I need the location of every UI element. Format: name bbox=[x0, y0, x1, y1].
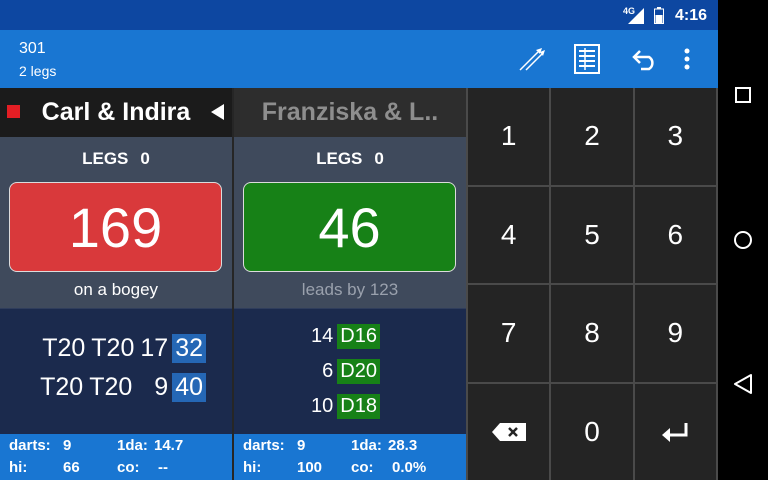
checkout-row: T20 T20 9 40 bbox=[34, 373, 206, 402]
turn-arrow-icon bbox=[211, 104, 224, 120]
checkout-dart: T20 bbox=[91, 334, 135, 362]
stat-co-value: -- bbox=[158, 459, 168, 476]
checkout-finish: D16 bbox=[337, 324, 380, 349]
darts-icon bbox=[519, 48, 545, 71]
checkout-dart: T20 bbox=[89, 373, 133, 401]
stat-co-value: 0.0% bbox=[392, 459, 427, 476]
more-vert-icon bbox=[684, 48, 690, 70]
enter-key[interactable] bbox=[634, 383, 716, 480]
score-status: leads by 123 bbox=[301, 280, 399, 299]
legs-label: LEGS bbox=[82, 149, 129, 168]
darts-button[interactable] bbox=[514, 42, 548, 76]
stat-first-value: 28.3 bbox=[388, 437, 418, 454]
signal-icon bbox=[628, 8, 644, 24]
stat-hi-value: 66 bbox=[63, 459, 80, 476]
enter-icon bbox=[662, 422, 688, 442]
player-name-header[interactable]: Carl & Indira bbox=[0, 88, 232, 137]
backspace-key[interactable] bbox=[468, 383, 550, 480]
active-player-marker bbox=[7, 105, 20, 118]
key-5[interactable]: 5 bbox=[551, 186, 633, 283]
key-9[interactable]: 9 bbox=[634, 285, 716, 382]
key-4[interactable]: 4 bbox=[468, 186, 550, 283]
checkout-finish: D20 bbox=[337, 359, 380, 384]
player-name-header[interactable]: Franziska & L.. bbox=[234, 88, 466, 137]
checkout-dart: 14 bbox=[311, 325, 334, 347]
clock: 4:16 bbox=[675, 7, 708, 24]
checkout-dart: 6 bbox=[322, 360, 334, 382]
stat-darts-value: 9 bbox=[63, 437, 72, 454]
key-1[interactable]: 1 bbox=[468, 88, 550, 185]
undo-icon bbox=[632, 50, 654, 71]
key-0[interactable]: 0 bbox=[551, 383, 633, 480]
backspace-icon bbox=[491, 422, 526, 441]
stat-first-label: 1da: bbox=[117, 437, 148, 454]
checkout-finish: 32 bbox=[172, 334, 206, 363]
stat-co-label: co: bbox=[117, 459, 140, 476]
game-title: 301 bbox=[19, 40, 46, 57]
player-panel-1: Carl & Indira LEGS 0 169 on a bogey T20 T… bbox=[0, 88, 232, 480]
player-stats: darts: 9 1da: 14.7 hi: 66 co: -- bbox=[0, 434, 232, 480]
checkout-row: 6 D20 bbox=[316, 359, 380, 384]
score-status: on a bogey bbox=[73, 280, 159, 299]
overflow-menu-button[interactable] bbox=[672, 42, 702, 76]
panel-divider bbox=[232, 88, 234, 480]
score-panel: LEGS 0 46 leads by 123 bbox=[234, 137, 466, 308]
score-panel: LEGS 0 169 on a bogey bbox=[0, 137, 232, 308]
stat-co-label: co: bbox=[351, 459, 374, 476]
stat-darts-label: darts: bbox=[9, 437, 51, 454]
game-subtitle: 2 legs bbox=[19, 63, 57, 79]
home-icon bbox=[734, 231, 752, 249]
player-name: Franziska & L.. bbox=[261, 98, 439, 126]
key-7[interactable]: 7 bbox=[468, 285, 550, 382]
checkout-row: 14 D16 bbox=[305, 324, 380, 349]
legs-label: LEGS bbox=[316, 149, 363, 168]
checkout-row: T20 T20 17 32 bbox=[36, 334, 206, 363]
checkout-dart: 10 bbox=[311, 395, 334, 417]
key-6[interactable]: 6 bbox=[634, 186, 716, 283]
recents-button[interactable] bbox=[718, 70, 768, 120]
stat-darts-label: darts: bbox=[243, 437, 285, 454]
recents-icon bbox=[735, 87, 751, 103]
key-3[interactable]: 3 bbox=[634, 88, 716, 185]
stat-first-value: 14.7 bbox=[154, 437, 184, 454]
system-nav-bar bbox=[718, 0, 768, 480]
key-8[interactable]: 8 bbox=[551, 285, 633, 382]
stat-hi-label: hi: bbox=[243, 459, 262, 476]
back-button[interactable] bbox=[718, 359, 768, 409]
scoresheet-button[interactable] bbox=[570, 42, 604, 76]
checkout-dart: 17 bbox=[140, 334, 169, 362]
stat-hi-label: hi: bbox=[9, 459, 28, 476]
checkout-suggestions: T20 T20 17 32 T20 T20 9 40 bbox=[0, 308, 232, 434]
player-name: Carl & Indira bbox=[41, 98, 191, 126]
back-icon bbox=[734, 374, 752, 394]
legs-value: 0 bbox=[374, 149, 384, 168]
checkout-dart: T20 bbox=[42, 334, 86, 362]
checkout-finish: 40 bbox=[172, 373, 206, 402]
remaining-score: 46 bbox=[243, 182, 456, 272]
remaining-score: 169 bbox=[9, 182, 222, 272]
checkout-finish: D18 bbox=[337, 394, 380, 419]
legs-value: 0 bbox=[140, 149, 150, 168]
checkout-dart: T20 bbox=[40, 373, 84, 401]
stat-hi-value: 100 bbox=[297, 459, 323, 476]
checkout-suggestions: 14 D16 6 D20 10 D18 bbox=[234, 308, 466, 434]
stat-first-label: 1da: bbox=[351, 437, 382, 454]
undo-button[interactable] bbox=[628, 42, 662, 76]
app-bar: 301 2 legs bbox=[0, 30, 718, 88]
score-keypad: 1 2 3 4 5 6 7 8 9 0 bbox=[466, 88, 718, 480]
legs-counter: LEGS 0 bbox=[0, 149, 232, 169]
scoresheet-icon bbox=[574, 44, 600, 74]
player-stats: darts: 9 1da: 28.3 hi: 100 co: 0.0% bbox=[234, 434, 466, 480]
battery-icon bbox=[654, 7, 664, 24]
player-panel-2: Franziska & L.. LEGS 0 46 leads by 123 14… bbox=[234, 88, 466, 480]
key-2[interactable]: 2 bbox=[551, 88, 633, 185]
stat-darts-value: 9 bbox=[297, 437, 306, 454]
status-bar: 4G 4:16 bbox=[0, 0, 718, 30]
legs-counter: LEGS 0 bbox=[234, 149, 466, 169]
checkout-dart: 9 bbox=[154, 373, 169, 401]
checkout-row: 10 D18 bbox=[305, 394, 380, 419]
home-button[interactable] bbox=[718, 215, 768, 265]
